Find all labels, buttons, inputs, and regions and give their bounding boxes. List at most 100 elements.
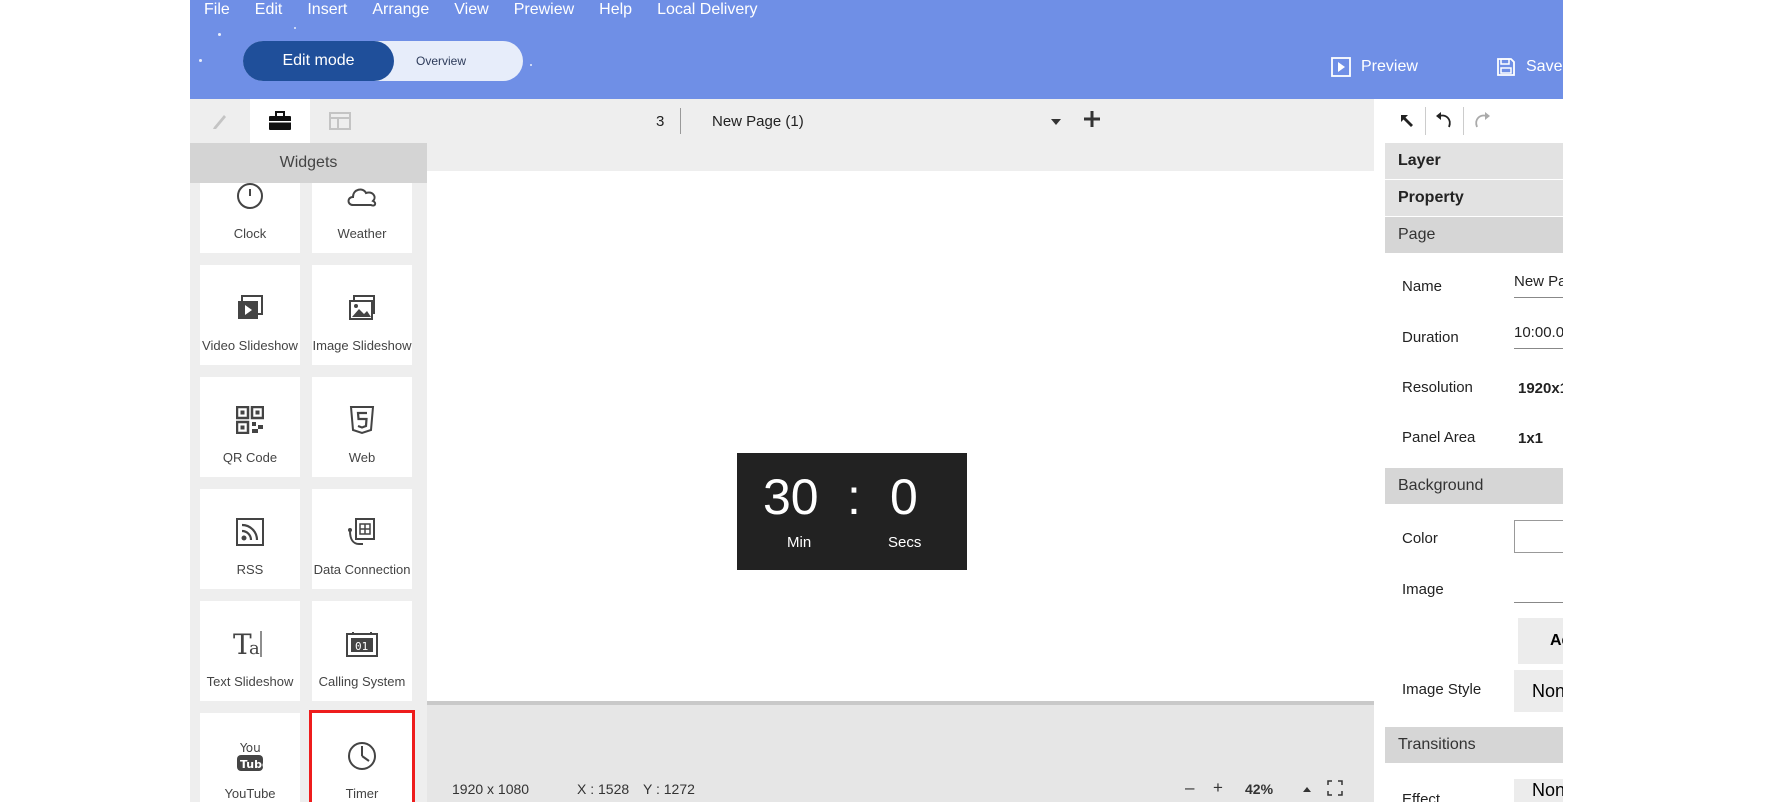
page-separator: [680, 108, 681, 134]
mode-toggle[interactable]: Edit mode Overview: [243, 41, 523, 81]
widget-label: Image Slideshow: [312, 338, 412, 353]
layer-section[interactable]: Layer: [1385, 143, 1563, 179]
clock-icon: [237, 183, 263, 209]
select-tool-button[interactable]: [1393, 107, 1421, 135]
qr-code-icon: [236, 406, 264, 434]
add-page-button[interactable]: [1084, 104, 1100, 132]
rss-icon: [236, 518, 264, 546]
widget-label: Web: [348, 450, 376, 465]
widget-label: QR Code: [222, 450, 278, 465]
widgets-header: Widgets: [190, 143, 427, 183]
widget-clock[interactable]: Clock: [200, 183, 300, 253]
tab-layout[interactable]: [310, 99, 370, 143]
duration-field[interactable]: 10:00.0: [1514, 324, 1563, 341]
widget-label: RSS: [236, 562, 264, 577]
preview-label: Preview: [1361, 58, 1418, 75]
left-panel-tabs: [190, 99, 427, 143]
html5-icon: [349, 406, 375, 435]
svg-text:a: a: [249, 638, 260, 659]
widget-web[interactable]: Web: [312, 377, 412, 477]
widget-label: Clock: [233, 226, 267, 241]
transitions-section-header: Transitions: [1385, 727, 1563, 763]
pencil-icon: [213, 115, 226, 129]
widget-label: Data Connection: [313, 562, 411, 577]
resolution-value: 1920x1: [1518, 380, 1563, 397]
menu-view[interactable]: View: [454, 1, 488, 19]
image-slideshow-icon: [349, 295, 375, 320]
decor-dot: [294, 27, 296, 29]
timer-sec-label: Secs: [888, 534, 922, 551]
cursor-x: X : 1528: [577, 781, 630, 797]
design-canvas[interactable]: 30 : 0 Min Secs: [427, 171, 1374, 701]
caret-up-icon[interactable]: [1303, 787, 1311, 792]
menu-edit[interactable]: Edit: [255, 1, 283, 19]
status-bar: 1920 x 1080 X : 1528 Y : 1272 – + 42%: [427, 778, 1374, 802]
toolbar-separator: [1425, 107, 1426, 135]
duration-label: Duration: [1402, 329, 1459, 346]
svg-text:01: 01: [355, 640, 368, 653]
widget-data-connection[interactable]: Data Connection: [312, 489, 412, 589]
data-connection-icon: [348, 518, 375, 545]
menu-help[interactable]: Help: [599, 1, 632, 19]
widget-text-slideshow[interactable]: T a Text Slideshow: [200, 601, 300, 701]
image-style-label: Image Style: [1402, 681, 1482, 698]
add-image-button[interactable]: Ad: [1518, 618, 1563, 664]
tab-widgets[interactable]: [250, 99, 310, 143]
image-style-select[interactable]: Non: [1514, 670, 1563, 712]
svg-text:You: You: [239, 741, 261, 755]
menu-bar: File Edit Insert Arrange View Prewiew He…: [204, 0, 783, 20]
tab-edit[interactable]: [190, 99, 250, 143]
zoom-in-button[interactable]: +: [1213, 778, 1223, 798]
widget-grid: Clock Weather Video Slideshow Image Slid…: [190, 183, 427, 802]
widget-label: Video Slideshow: [202, 338, 298, 353]
resolution-label: Resolution: [1402, 379, 1473, 396]
decor-dot: [218, 33, 221, 36]
panel-area-value: 1x1: [1518, 430, 1544, 447]
widget-image-slideshow[interactable]: Image Slideshow: [312, 265, 412, 365]
menu-local-delivery[interactable]: Local Delivery: [657, 1, 757, 19]
play-icon: [1331, 57, 1351, 77]
preview-button[interactable]: Preview: [1331, 55, 1418, 79]
fullscreen-icon: [1327, 780, 1343, 796]
undo-icon: [1436, 112, 1451, 128]
page-section-header: Page: [1385, 217, 1563, 253]
color-picker[interactable]: [1514, 520, 1563, 553]
calling-system-icon: 01: [346, 632, 378, 657]
decor-dot: [199, 59, 202, 62]
widget-label: YouTube: [224, 786, 276, 801]
timer-widget-preview[interactable]: 30 : 0 Min Secs: [737, 453, 967, 570]
page-name-select[interactable]: New Page (1): [712, 113, 804, 130]
toolbar-separator: [1463, 107, 1464, 135]
widget-video-slideshow[interactable]: Video Slideshow: [200, 265, 300, 365]
property-section[interactable]: Property: [1385, 180, 1563, 216]
widget-qr-code[interactable]: QR Code: [200, 377, 300, 477]
plus-icon: [1084, 111, 1100, 127]
caret-down-icon[interactable]: [1051, 119, 1061, 125]
menu-preview[interactable]: Prewiew: [514, 1, 574, 19]
overview-button[interactable]: Overview: [394, 41, 523, 81]
undo-button[interactable]: [1430, 107, 1458, 135]
edit-mode-button[interactable]: Edit mode: [243, 41, 394, 81]
app-window: File Edit Insert Arrange View Prewiew He…: [190, 0, 1563, 802]
timer-icon: [348, 742, 376, 770]
save-button[interactable]: Save: [1496, 55, 1562, 79]
image-label: Image: [1402, 581, 1444, 598]
widget-calling-system[interactable]: 01 Calling System: [312, 601, 412, 701]
menu-arrange[interactable]: Arrange: [372, 1, 429, 19]
page-name-field[interactable]: New Pa: [1514, 273, 1563, 290]
fullscreen-button[interactable]: [1327, 780, 1343, 799]
widget-weather[interactable]: Weather: [312, 183, 412, 253]
effect-select[interactable]: Non: [1514, 779, 1563, 802]
widget-youtube[interactable]: You Tube YouTube: [200, 713, 300, 802]
menu-insert[interactable]: Insert: [307, 1, 347, 19]
menu-file[interactable]: File: [204, 1, 230, 19]
left-panel: Widgets Clock Weather Video Slideshow Im…: [190, 99, 427, 802]
briefcase-icon: [269, 111, 291, 130]
svg-text:Tube: Tube: [240, 758, 265, 771]
zoom-level: 42%: [1245, 781, 1274, 797]
redo-button[interactable]: [1468, 107, 1496, 135]
widget-timer[interactable]: Timer: [309, 710, 415, 802]
widget-label: Weather: [337, 226, 387, 241]
zoom-out-button[interactable]: –: [1185, 778, 1194, 798]
widget-rss[interactable]: RSS: [200, 489, 300, 589]
